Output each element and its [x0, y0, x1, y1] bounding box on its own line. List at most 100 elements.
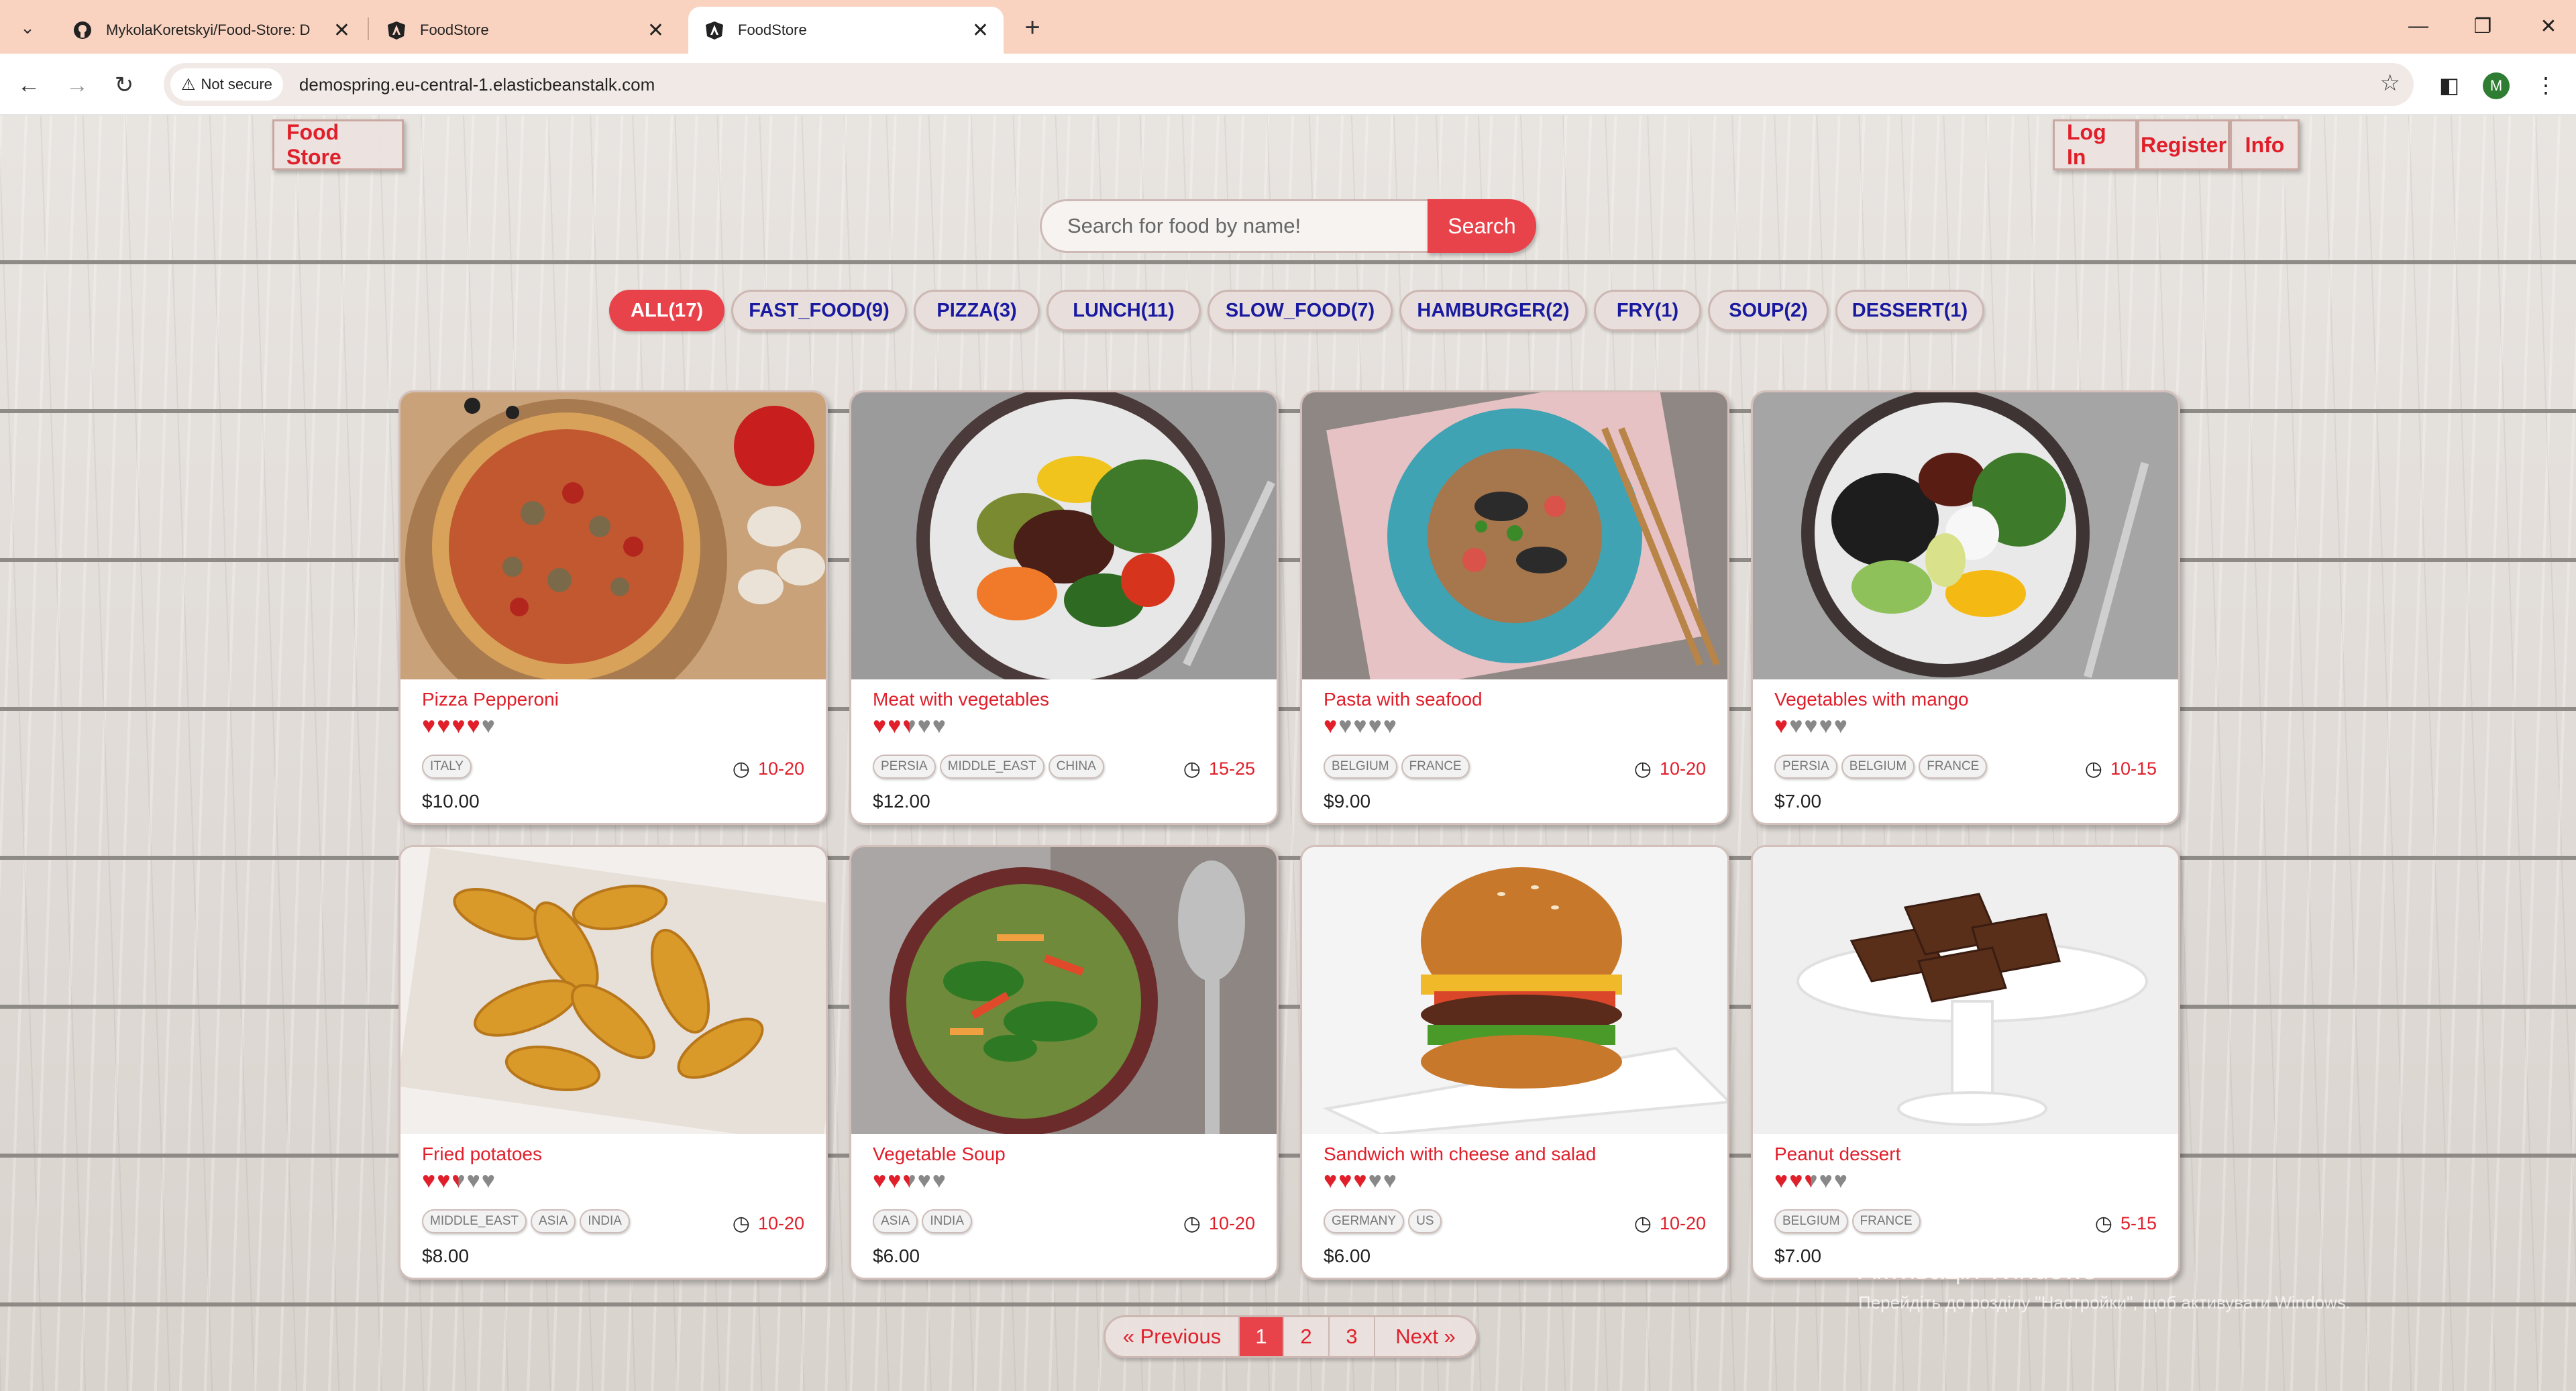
food-image[interactable]: [1753, 392, 2178, 679]
new-tab-icon[interactable]: +: [1016, 11, 1049, 44]
food-image[interactable]: [1753, 847, 2178, 1134]
tag-pill[interactable]: FAST_FOOD(9): [731, 290, 907, 331]
tag-pill[interactable]: ALL(17): [609, 290, 724, 331]
tag-pill[interactable]: FRY(1): [1594, 290, 1701, 331]
tab-search-icon[interactable]: ⌄: [12, 12, 43, 43]
tab-github[interactable]: MykolaKoretskyi/Food-Store: D ✕: [56, 7, 365, 54]
food-card[interactable]: Meat with vegetables ♥ ♥ ♥ ♥ ♥ PERSIA MIDDLE_…: [849, 390, 1279, 825]
origin-tags: ASIA INDIA: [873, 1209, 972, 1233]
tag-pill[interactable]: LUNCH(11): [1046, 290, 1201, 331]
login-button[interactable]: Log In: [2053, 119, 2137, 170]
food-card[interactable]: Peanut dessert ♥ ♥ ♥ ♥ ♥ BELGIUM FRANCE ◷ 5-1…: [1751, 845, 2180, 1280]
clock-icon: ◷: [1183, 1213, 1201, 1235]
food-card[interactable]: Fried potatoes ♥ ♥ ♥ ♥ ♥ MIDDLE_EAST ASIA INDI…: [398, 845, 828, 1280]
back-icon[interactable]: ←: [12, 68, 46, 102]
heart-star-icon: ♥: [1804, 713, 1818, 738]
origin-tags: PERSIA MIDDLE_EAST CHINA: [873, 755, 1104, 779]
next-page-button[interactable]: Next »: [1375, 1317, 1476, 1356]
heart-star-icon: ♥: [466, 713, 480, 738]
origin-tag[interactable]: CHINA: [1048, 755, 1104, 779]
bookmark-star-icon[interactable]: ☆: [2380, 70, 2400, 97]
heart-star-icon: ♥: [1338, 713, 1352, 738]
search-button[interactable]: Search: [1428, 199, 1536, 253]
origin-tag[interactable]: PERSIA: [873, 755, 936, 779]
tag-filter-bar: ALL(17) FAST_FOOD(9) PIZZA(3) LUNCH(11) SLOW…: [609, 290, 1984, 334]
tag-pill[interactable]: SLOW_FOOD(7): [1208, 290, 1393, 331]
tag-pill[interactable]: DESSERT(1): [1835, 290, 1984, 331]
origin-tag[interactable]: ASIA: [530, 1209, 576, 1233]
register-button[interactable]: Register: [2137, 119, 2230, 170]
origin-tag[interactable]: BELGIUM: [1841, 755, 1915, 779]
url-text[interactable]: demospring.eu-central-1.elasticbeanstalk…: [299, 74, 655, 95]
origin-tag[interactable]: GERMANY: [1324, 1209, 1405, 1233]
origin-tag[interactable]: FRANCE: [1401, 755, 1470, 779]
profile-avatar[interactable]: M: [2483, 72, 2510, 99]
cook-time-value: 10-20: [1659, 1213, 1706, 1233]
origin-tag[interactable]: BELGIUM: [1774, 1209, 1848, 1233]
origin-tag[interactable]: INDIA: [922, 1209, 972, 1233]
food-image[interactable]: [1302, 847, 1727, 1134]
origin-tag[interactable]: MIDDLE_EAST: [422, 1209, 527, 1233]
food-name: Peanut dessert: [1774, 1144, 1901, 1164]
forward-icon[interactable]: →: [60, 68, 94, 102]
food-card[interactable]: Vegetable Soup ♥ ♥ ♥ ♥ ♥ ASIA INDIA ◷ 10-20 $…: [849, 845, 1279, 1280]
food-card[interactable]: Pizza Pepperoni ♥ ♥ ♥ ♥ ♥ ITALY ◷ 10-20 $10.…: [398, 390, 828, 825]
search-input[interactable]: [1040, 199, 1428, 253]
origin-tag[interactable]: US: [1408, 1209, 1442, 1233]
tag-pill[interactable]: PIZZA(3): [914, 290, 1040, 331]
food-image[interactable]: [851, 847, 1277, 1134]
origin-tag[interactable]: MIDDLE_EAST: [939, 755, 1044, 779]
food-name: Pasta with seafood: [1324, 689, 1483, 710]
food-card[interactable]: Vegetables with mango ♥ ♥ ♥ ♥ ♥ PERSIA BELGIU…: [1751, 390, 2180, 825]
tab-foodstore-1[interactable]: FoodStore ✕: [370, 7, 679, 54]
food-image[interactable]: [1302, 392, 1727, 679]
clock-icon: ◷: [1633, 1213, 1652, 1235]
address-bar[interactable]: ⚠ Not secure demospring.eu-central-1.ela…: [164, 63, 2414, 106]
close-icon[interactable]: ✕: [333, 19, 350, 42]
food-name: Sandwich with cheese and salad: [1324, 1144, 1597, 1164]
info-button[interactable]: Info: [2230, 119, 2300, 170]
origin-tag[interactable]: BELGIUM: [1324, 755, 1397, 779]
food-name: Pizza Pepperoni: [422, 689, 559, 710]
tag-pill[interactable]: SOUP(2): [1708, 290, 1829, 331]
close-icon[interactable]: ✕: [647, 19, 664, 42]
origin-tag[interactable]: ASIA: [873, 1209, 918, 1233]
browser-toolbar: ← → ↻ ⚠ Not secure demospring.eu-central…: [0, 54, 2576, 115]
heart-star-icon: ♥: [1338, 1168, 1352, 1193]
heart-star-icon: ♥: [873, 713, 887, 738]
heart-star-icon: ♥: [422, 713, 436, 738]
origin-tag[interactable]: FRANCE: [1851, 1209, 1921, 1233]
rating-stars: ♥ ♥ ♥ ♥ ♥: [422, 714, 495, 737]
window-close-icon[interactable]: ✕: [2525, 9, 2572, 43]
cook-time: ◷ 10-20: [733, 1212, 804, 1235]
previous-page-button[interactable]: « Previous: [1106, 1317, 1240, 1356]
close-icon[interactable]: ✕: [972, 19, 989, 42]
food-card[interactable]: Pasta with seafood ♥ ♥ ♥ ♥ ♥ BELGIUM FRANCE ◷…: [1300, 390, 1729, 825]
origin-tag[interactable]: PERSIA: [1774, 755, 1837, 779]
watermark-title: Активація Windows: [1858, 1256, 2097, 1285]
page-button-3[interactable]: 3: [1330, 1317, 1375, 1356]
origin-tag[interactable]: INDIA: [580, 1209, 630, 1233]
reload-icon[interactable]: ↻: [107, 68, 141, 102]
heart-star-icon: ♥: [917, 713, 931, 738]
side-panel-icon[interactable]: ◧: [2432, 68, 2466, 102]
restore-icon[interactable]: ❐: [2459, 9, 2506, 43]
food-image[interactable]: [851, 392, 1277, 679]
brand-link[interactable]: Food Store: [272, 119, 404, 170]
food-image[interactable]: [400, 847, 826, 1134]
page-button-2[interactable]: 2: [1284, 1317, 1330, 1356]
page-button-1[interactable]: 1: [1240, 1317, 1284, 1356]
food-image[interactable]: [400, 392, 826, 679]
tag-pill[interactable]: HAMBURGER(2): [1399, 290, 1587, 331]
minimize-icon[interactable]: —: [2395, 9, 2442, 43]
angular-icon: [385, 19, 408, 42]
browser-tab-bar: ⌄ MykolaKoretskyi/Food-Store: D ✕ FoodSt…: [0, 0, 2576, 54]
tab-foodstore-active[interactable]: FoodStore ✕: [688, 7, 1004, 54]
food-card[interactable]: Sandwich with cheese and salad ♥ ♥ ♥ ♥ ♥ GER…: [1300, 845, 1729, 1280]
heart-star-icon: ♥: [1833, 713, 1847, 738]
origin-tags: ITALY: [422, 755, 472, 779]
menu-kebab-icon[interactable]: ⋮: [2529, 68, 2563, 102]
origin-tag[interactable]: ITALY: [422, 755, 472, 779]
origin-tag[interactable]: FRANCE: [1919, 755, 1988, 779]
security-chip[interactable]: ⚠ Not secure: [170, 68, 283, 101]
